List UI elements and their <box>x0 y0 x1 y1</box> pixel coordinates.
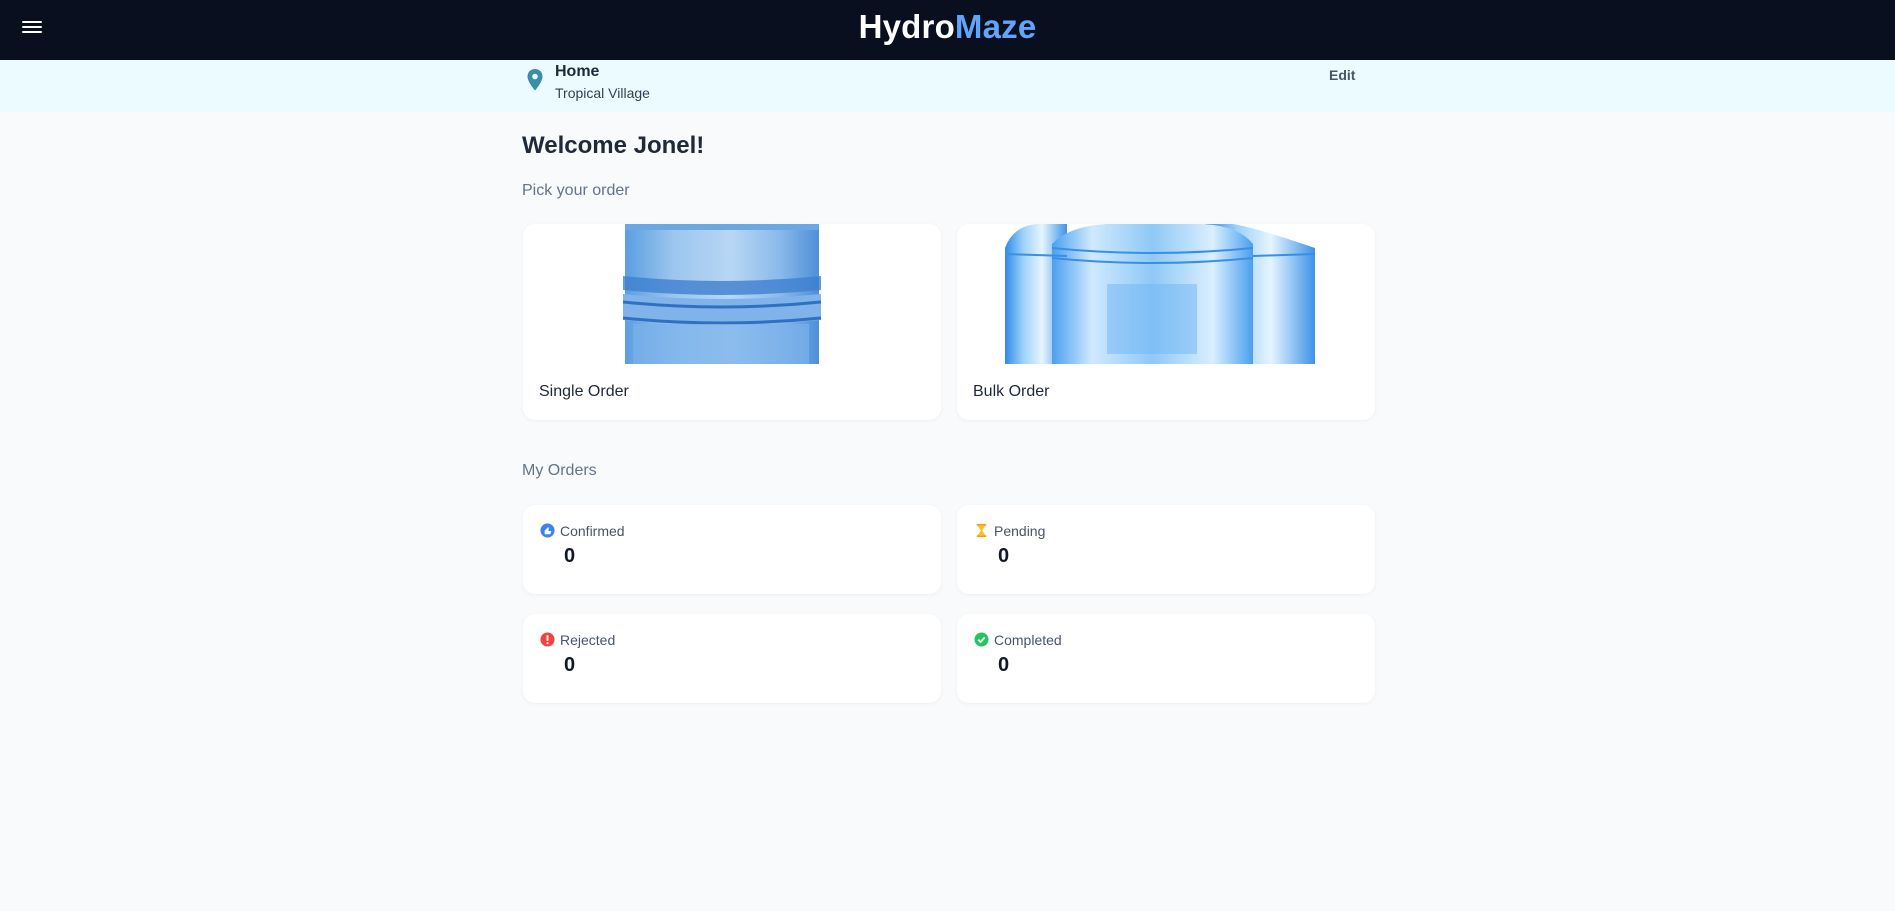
pending-label: Pending <box>994 523 1046 539</box>
single-order-card[interactable]: Single Order <box>523 224 941 420</box>
confirmed-orders-card[interactable]: Confirmed 0 <box>523 505 941 594</box>
thumbs-up-icon <box>540 523 555 538</box>
exclamation-circle-icon <box>540 632 555 647</box>
welcome-heading: Welcome Jonel! <box>522 132 705 159</box>
location-title: Home <box>555 63 600 80</box>
my-orders-label: My Orders <box>522 462 597 479</box>
pending-count: 0 <box>998 545 1010 567</box>
confirmed-label: Confirmed <box>560 523 625 539</box>
completed-label: Completed <box>994 632 1062 648</box>
bulk-water-gallons-image <box>1004 224 1316 364</box>
single-water-gallon-image <box>622 224 822 364</box>
pending-orders-card[interactable]: Pending 0 <box>957 505 1375 594</box>
single-order-label: Single Order <box>539 383 629 400</box>
rejected-orders-card[interactable]: Rejected 0 <box>523 614 941 703</box>
confirmed-count: 0 <box>564 545 576 567</box>
pick-order-label: Pick your order <box>522 182 630 199</box>
completed-orders-card[interactable]: Completed 0 <box>957 614 1375 703</box>
check-circle-icon <box>974 632 989 647</box>
bulk-order-label: Bulk Order <box>973 383 1050 400</box>
location-subtitle: Tropical Village <box>555 85 650 101</box>
completed-count: 0 <box>998 654 1010 676</box>
brand-text: Hydro <box>858 8 955 45</box>
location-bar <box>0 60 1895 112</box>
app-logo[interactable]: HydroMaze <box>0 8 1895 46</box>
edit-location-button[interactable]: Edit <box>1329 67 1355 83</box>
hourglass-icon <box>976 523 987 538</box>
rejected-label: Rejected <box>560 632 616 648</box>
top-navbar: HydroMaze <box>0 0 1895 60</box>
brand-text-accent: Maze <box>954 8 1037 45</box>
map-pin-icon <box>527 69 543 91</box>
rejected-count: 0 <box>564 654 576 676</box>
bulk-order-card[interactable]: Bulk Order <box>957 224 1375 420</box>
